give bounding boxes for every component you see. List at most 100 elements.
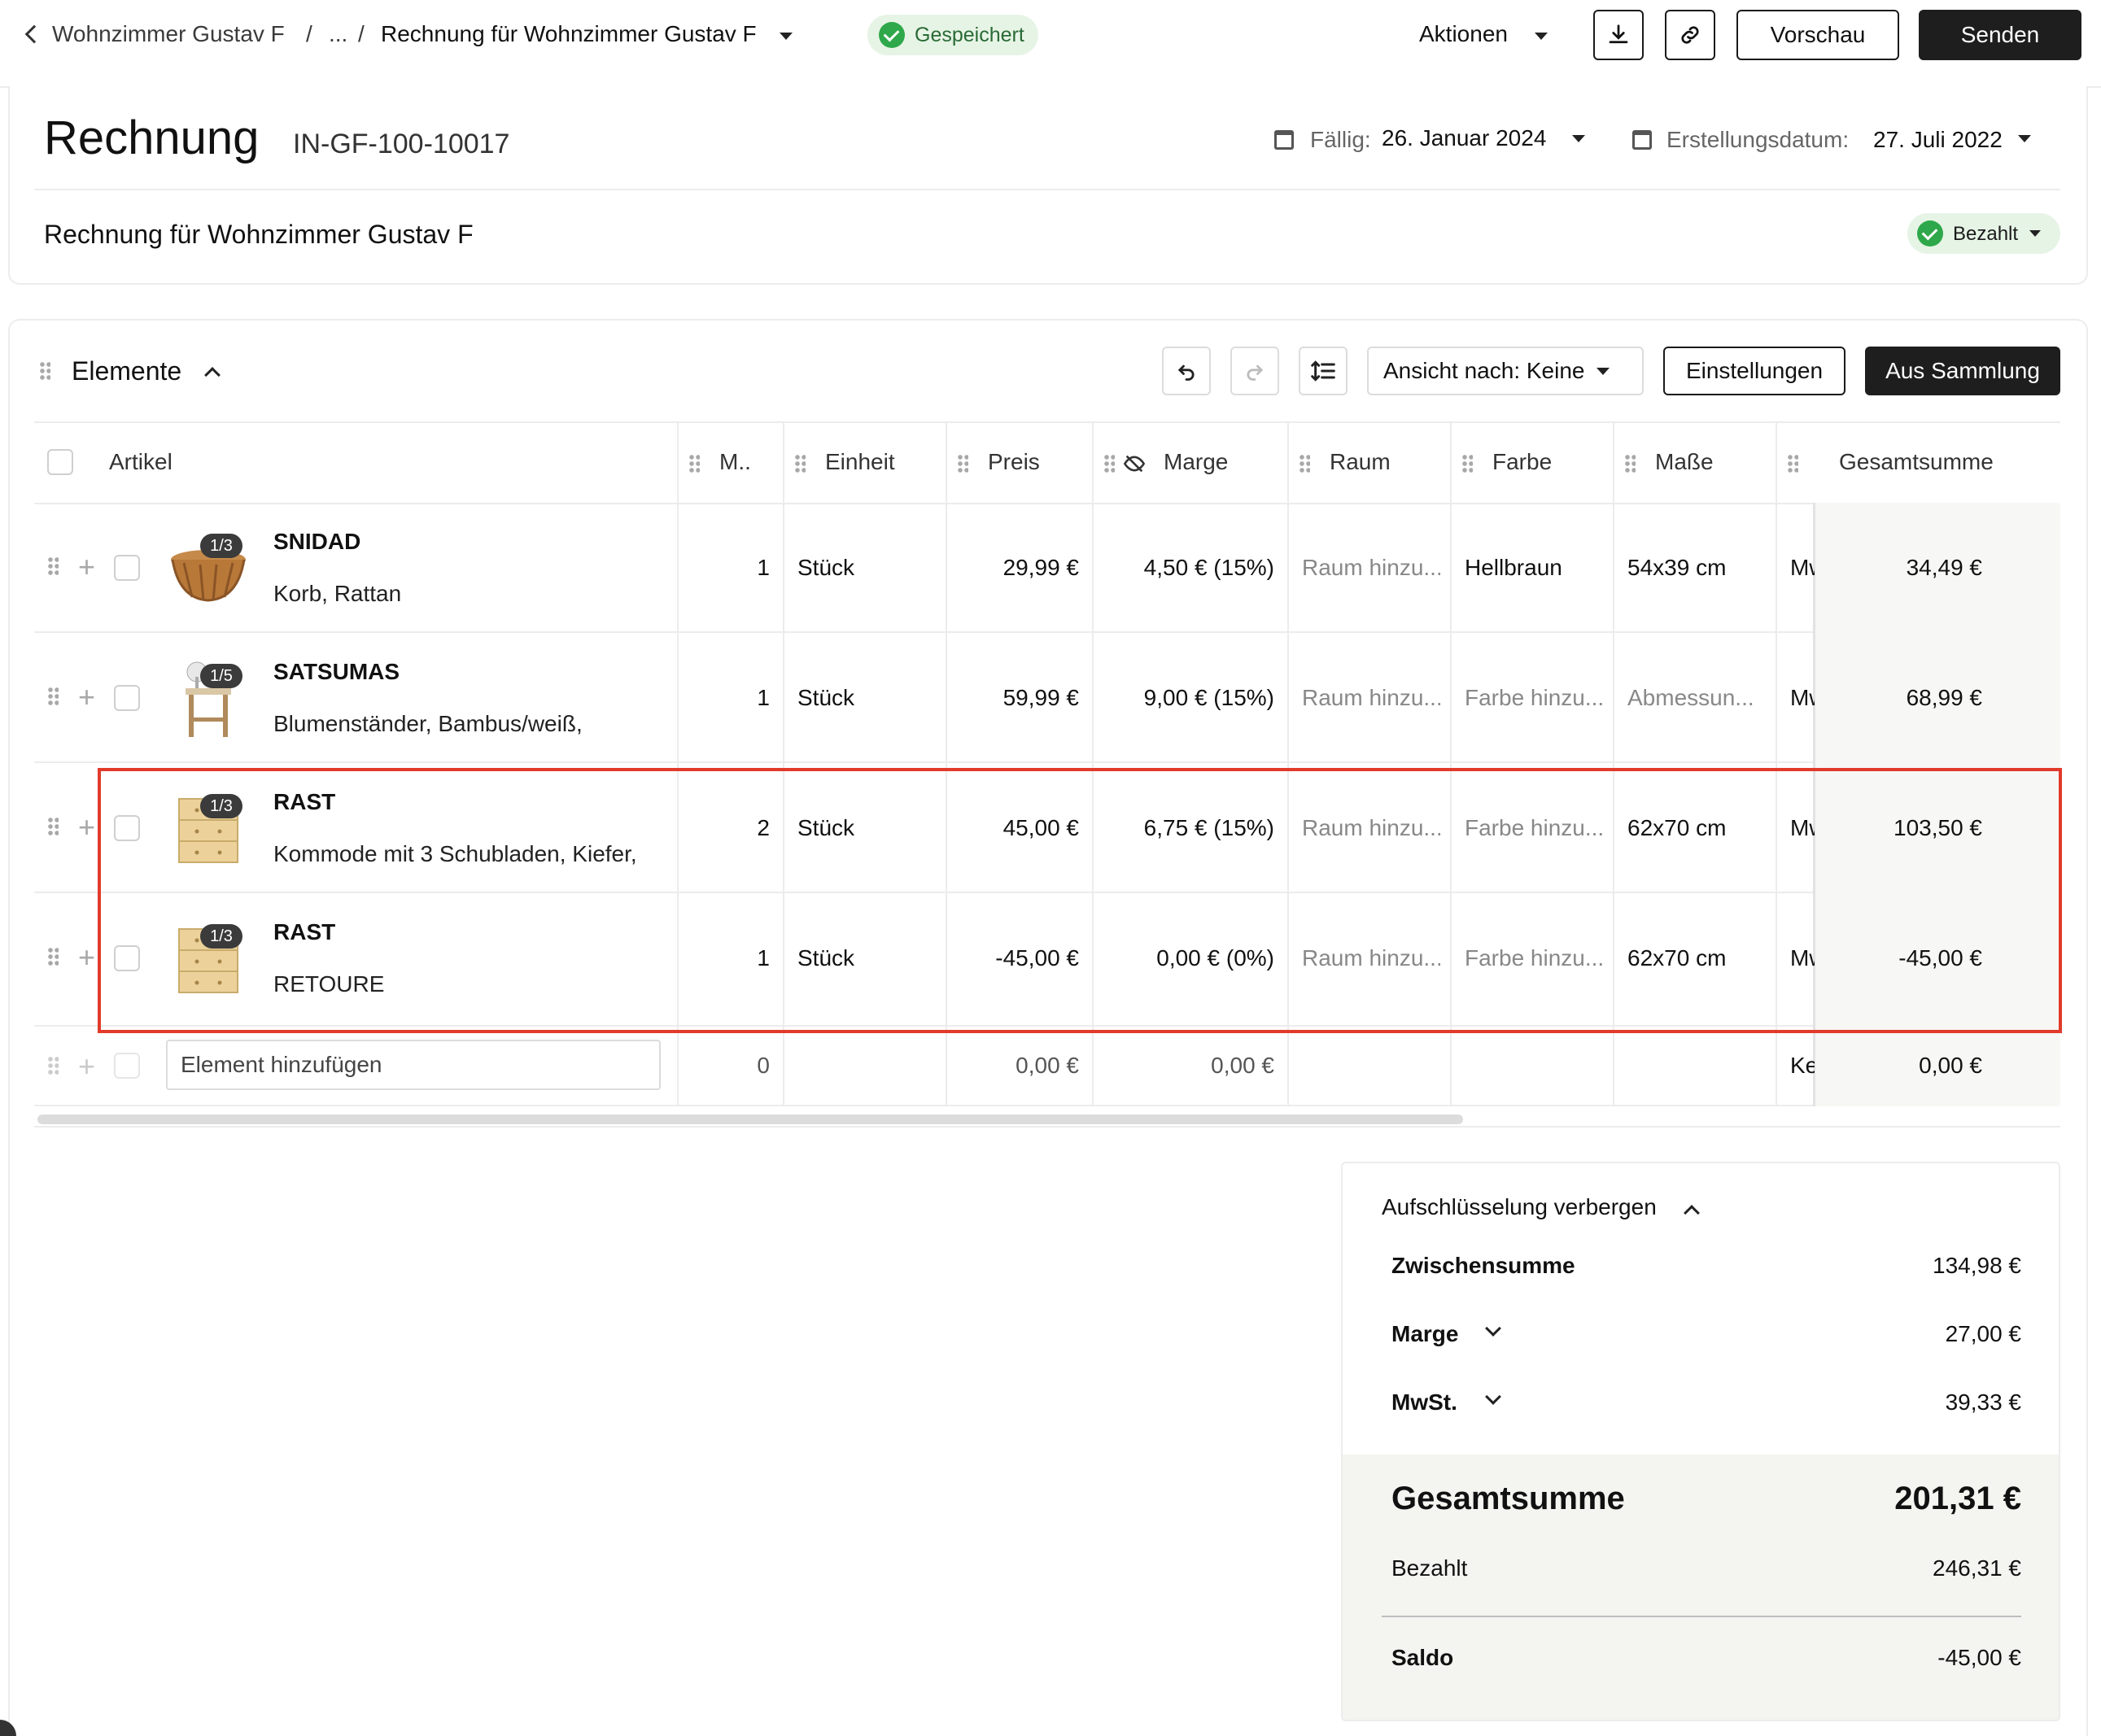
breadcrumb-ellipsis[interactable]: ... <box>329 21 347 47</box>
chevron-down-icon[interactable] <box>1485 1389 1501 1405</box>
drag-handle-icon[interactable] <box>1103 454 1115 473</box>
breadcrumb-separator: / <box>306 21 312 46</box>
drag-handle-icon[interactable] <box>1787 454 1798 473</box>
table-border <box>34 1105 2060 1106</box>
tax-cell[interactable]: Mw <box>1790 555 1815 581</box>
column-header-margin[interactable]: Marge <box>1164 421 1228 503</box>
saved-status-label: Gespeichert <box>915 24 1024 46</box>
send-button[interactable]: Senden <box>1919 10 2081 60</box>
paid-value: 246,31 € <box>1933 1555 2021 1581</box>
dims-cell[interactable]: Abmessun... <box>1627 685 1766 711</box>
unit-cell[interactable]: Stück <box>797 555 936 581</box>
price-cell[interactable]: 59,99 € <box>954 685 1079 711</box>
add-row-icon[interactable]: + <box>78 940 95 975</box>
add-row-icon[interactable]: + <box>78 810 95 844</box>
column-header-qty[interactable]: M.. <box>719 421 751 503</box>
redo-button[interactable] <box>1230 347 1279 395</box>
margin-label: Marge <box>1391 1321 1459 1346</box>
product-name: SNIDAD <box>273 529 361 554</box>
margin-cell[interactable]: 4,50 € (15%) <box>1100 555 1274 581</box>
drag-handle-icon[interactable] <box>39 361 50 381</box>
qty-cell: 0 <box>757 1053 770 1078</box>
back-chevron-icon[interactable] <box>24 24 44 44</box>
drag-handle-icon[interactable] <box>47 556 59 576</box>
dims-cell[interactable]: 54x39 cm <box>1627 555 1766 581</box>
view-by-dropdown[interactable]: Ansicht nach: Keine <box>1367 347 1644 395</box>
grand-total-value: 201,31 € <box>1894 1481 2021 1516</box>
from-collection-button[interactable]: Aus Sammlung <box>1865 347 2060 395</box>
check-icon <box>1917 220 1943 246</box>
column-header-room[interactable]: Raum <box>1330 421 1391 503</box>
hidden-eye-icon[interactable] <box>1123 452 1146 475</box>
product-description: Korb, Rattan <box>273 581 402 606</box>
row-height-button[interactable] <box>1299 347 1348 395</box>
image-count-badge: 1/5 <box>200 664 242 688</box>
undo-icon <box>1177 364 1195 381</box>
breakdown-toggle[interactable]: Aufschlüsselung verbergen <box>1382 1194 1657 1220</box>
unit-cell[interactable]: Stück <box>797 685 936 711</box>
drag-handle-icon[interactable] <box>47 687 59 706</box>
row-checkbox[interactable] <box>114 555 140 581</box>
add-element-placeholder: Element hinzufügen <box>181 1052 382 1077</box>
created-date-dropdown-icon[interactable] <box>2018 135 2031 142</box>
table-border <box>34 421 2060 423</box>
column-header-dims[interactable]: Maße <box>1655 421 1714 503</box>
drag-handle-icon[interactable] <box>47 817 59 836</box>
settings-button[interactable]: Einstellungen <box>1663 347 1845 395</box>
add-row-icon[interactable]: + <box>78 550 95 584</box>
view-by-label: Ansicht nach: Keine <box>1383 358 1585 383</box>
drag-handle-icon[interactable] <box>1461 454 1473 473</box>
table-border <box>34 1126 2060 1128</box>
tax-cell[interactable]: Mw <box>1790 685 1815 711</box>
drag-handle-icon[interactable] <box>688 454 700 473</box>
qty-cell[interactable]: 1 <box>685 685 770 711</box>
price-cell[interactable]: 29,99 € <box>954 555 1079 581</box>
column-header-total[interactable]: Gesamtsumme <box>1839 421 1994 503</box>
row-checkbox <box>114 1053 140 1079</box>
margin-cell[interactable]: 9,00 € (15%) <box>1100 685 1274 711</box>
product-thumbnail[interactable]: 1/5 <box>168 657 249 739</box>
add-element-input[interactable]: Element hinzufügen <box>166 1040 661 1090</box>
drag-handle-icon[interactable] <box>957 454 968 473</box>
color-cell[interactable]: Farbe hinzu... <box>1465 685 1603 711</box>
chevron-down-icon[interactable] <box>1485 1320 1501 1337</box>
qty-cell[interactable]: 1 <box>685 555 770 581</box>
due-date-dropdown-icon[interactable] <box>1572 135 1585 142</box>
horizontal-scrollbar[interactable] <box>37 1114 1463 1124</box>
status-label: Bezahlt <box>1953 223 2019 245</box>
add-row-icon[interactable]: + <box>78 680 95 714</box>
chevron-up-icon[interactable] <box>1684 1205 1700 1221</box>
room-cell[interactable]: Raum hinzu... <box>1302 685 1440 711</box>
column-header-article[interactable]: Artikel <box>109 421 173 503</box>
column-header-color[interactable]: Farbe <box>1492 421 1552 503</box>
column-header-price[interactable]: Preis <box>988 421 1040 503</box>
drag-handle-icon[interactable] <box>1299 454 1310 473</box>
breadcrumb-parent[interactable]: Wohnzimmer Gustav F <box>52 21 285 47</box>
created-date-value[interactable]: 27. Juli 2022 <box>1873 127 2003 153</box>
due-date-value[interactable]: 26. Januar 2024 <box>1382 125 1546 151</box>
actions-menu[interactable]: Aktionen <box>1419 21 1508 47</box>
preview-button[interactable]: Vorschau <box>1736 10 1899 60</box>
divider <box>34 189 2060 190</box>
summary-panel: Aufschlüsselung verbergen Zwischensumme … <box>1341 1162 2060 1721</box>
download-button[interactable] <box>1593 10 1644 60</box>
row-checkbox[interactable] <box>114 685 140 711</box>
product-thumbnail[interactable]: 1/3 <box>168 527 249 608</box>
drag-handle-icon[interactable] <box>1624 454 1636 473</box>
paid-label: Bezahlt <box>1391 1555 1468 1581</box>
color-cell[interactable]: Hellbraun <box>1465 555 1603 581</box>
tax-cell: Ke <box>1790 1053 1815 1078</box>
undo-button[interactable] <box>1162 347 1211 395</box>
status-dropdown[interactable]: Bezahlt <box>1907 213 2060 254</box>
breadcrumb-dropdown-icon[interactable] <box>780 33 793 40</box>
drag-handle-icon[interactable] <box>794 454 806 473</box>
column-header-unit[interactable]: Einheit <box>825 421 895 503</box>
drag-handle-icon[interactable] <box>47 947 59 966</box>
link-icon <box>1681 26 1699 44</box>
actions-dropdown-icon[interactable] <box>1535 33 1548 40</box>
add-row-icon[interactable]: + <box>78 1049 95 1084</box>
select-all-checkbox[interactable] <box>47 449 73 475</box>
divider <box>1382 1616 2021 1617</box>
copy-link-button[interactable] <box>1665 10 1715 60</box>
room-cell[interactable]: Raum hinzu... <box>1302 555 1440 581</box>
